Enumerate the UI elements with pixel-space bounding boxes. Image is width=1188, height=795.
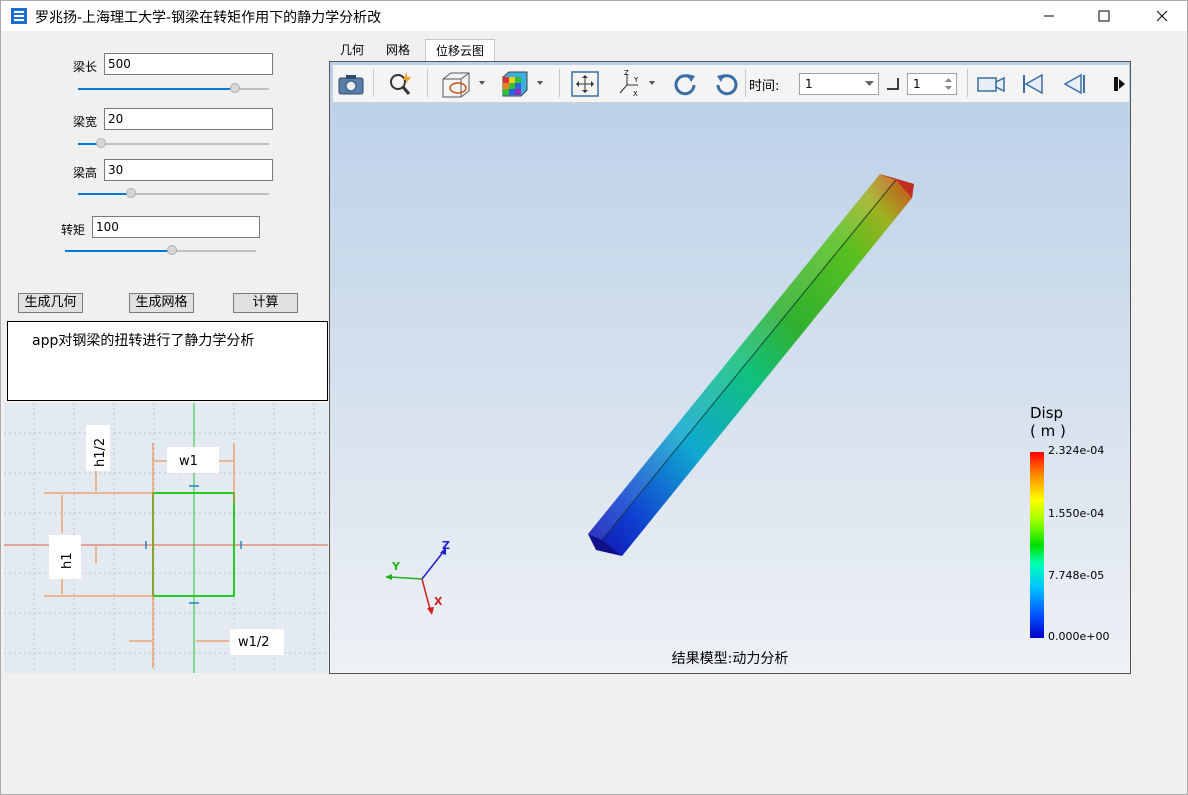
tab-geometry[interactable]: 几何 <box>331 39 373 61</box>
legend-value: 1.550e-04 <box>1048 507 1105 520</box>
maximize-icon <box>1098 10 1110 22</box>
axes-triad: Z Y X <box>385 539 450 615</box>
length-slider[interactable] <box>78 83 269 93</box>
height-input[interactable] <box>104 159 273 181</box>
height-slider-thumb[interactable] <box>126 188 137 198</box>
width-slider[interactable] <box>78 138 269 148</box>
length-slider-thumb[interactable] <box>229 83 240 93</box>
result-caption: 结果模型:动力分析 <box>671 651 789 667</box>
info-text: app对钢梁的扭转进行了静力学分析 <box>32 333 255 349</box>
info-textbox[interactable]: app对钢梁的扭转进行了静力学分析 <box>7 321 328 401</box>
compute-button[interactable]: 计算 <box>233 293 298 313</box>
torque-slider[interactable] <box>65 245 256 255</box>
legend-color-bar <box>1030 452 1044 638</box>
generate-geometry-button[interactable]: 生成几何 <box>18 293 83 313</box>
height-label: 梁高 <box>73 166 98 180</box>
torque-input[interactable] <box>92 216 260 238</box>
axis-label-y: Y <box>391 560 401 573</box>
diagram-label-w: w1 <box>179 454 198 469</box>
legend-value: 7.748e-05 <box>1048 569 1105 582</box>
height-slider-fill <box>78 193 132 195</box>
app-window: 罗兆扬-上海理工大学-钢梁在转矩作用下的静力学分析改 梁长 梁宽 梁高 转矩 生… <box>0 0 1188 795</box>
width-label: 梁宽 <box>73 115 98 129</box>
torque-slider-thumb[interactable] <box>166 245 177 255</box>
section-diagram-svg: h1/2 w1 h1 w1/2 <box>4 403 328 673</box>
diagram-label-w-half: w1/2 <box>238 635 270 650</box>
maximize-button[interactable] <box>1081 1 1127 31</box>
close-button[interactable] <box>1139 1 1185 31</box>
legend-unit: ( m ) <box>1030 422 1066 440</box>
height-slider[interactable] <box>78 188 269 198</box>
legend-value: 2.324e-04 <box>1048 444 1105 457</box>
diagram-label-h-half: h1/2 <box>93 438 108 467</box>
section-diagram: h1/2 w1 h1 w1/2 <box>4 403 328 673</box>
axis-label-z: Z <box>442 539 450 552</box>
legend-title: Disp <box>1030 404 1064 422</box>
generate-mesh-button[interactable]: 生成网格 <box>129 293 194 313</box>
torque-slider-fill <box>65 250 172 252</box>
length-label: 梁长 <box>73 60 98 74</box>
legend-value: 0.000e+00 <box>1048 630 1110 643</box>
window-title: 罗兆扬-上海理工大学-钢梁在转矩作用下的静力学分析改 <box>35 10 382 26</box>
diagram-label-h: h1 <box>60 552 75 569</box>
length-slider-fill <box>78 88 235 90</box>
axis-label-x: X <box>434 595 443 608</box>
title-bar: 罗兆扬-上海理工大学-钢梁在转矩作用下的静力学分析改 <box>1 1 1187 31</box>
length-input[interactable] <box>104 53 273 75</box>
width-slider-thumb[interactable] <box>95 138 106 148</box>
torque-label: 转矩 <box>61 223 86 237</box>
minimize-icon <box>1044 15 1054 17</box>
width-input[interactable] <box>104 108 273 130</box>
minimize-button[interactable] <box>1026 1 1072 31</box>
app-icon <box>11 8 27 24</box>
close-icon <box>1156 10 1168 22</box>
tab-displacement[interactable]: 位移云图 <box>425 39 495 61</box>
result-viewer[interactable]: Z Y X 时间: 1 1 Z Y X Disp (m) 2.324e-04… <box>329 61 1131 674</box>
tab-mesh[interactable]: 网格 <box>377 39 419 61</box>
